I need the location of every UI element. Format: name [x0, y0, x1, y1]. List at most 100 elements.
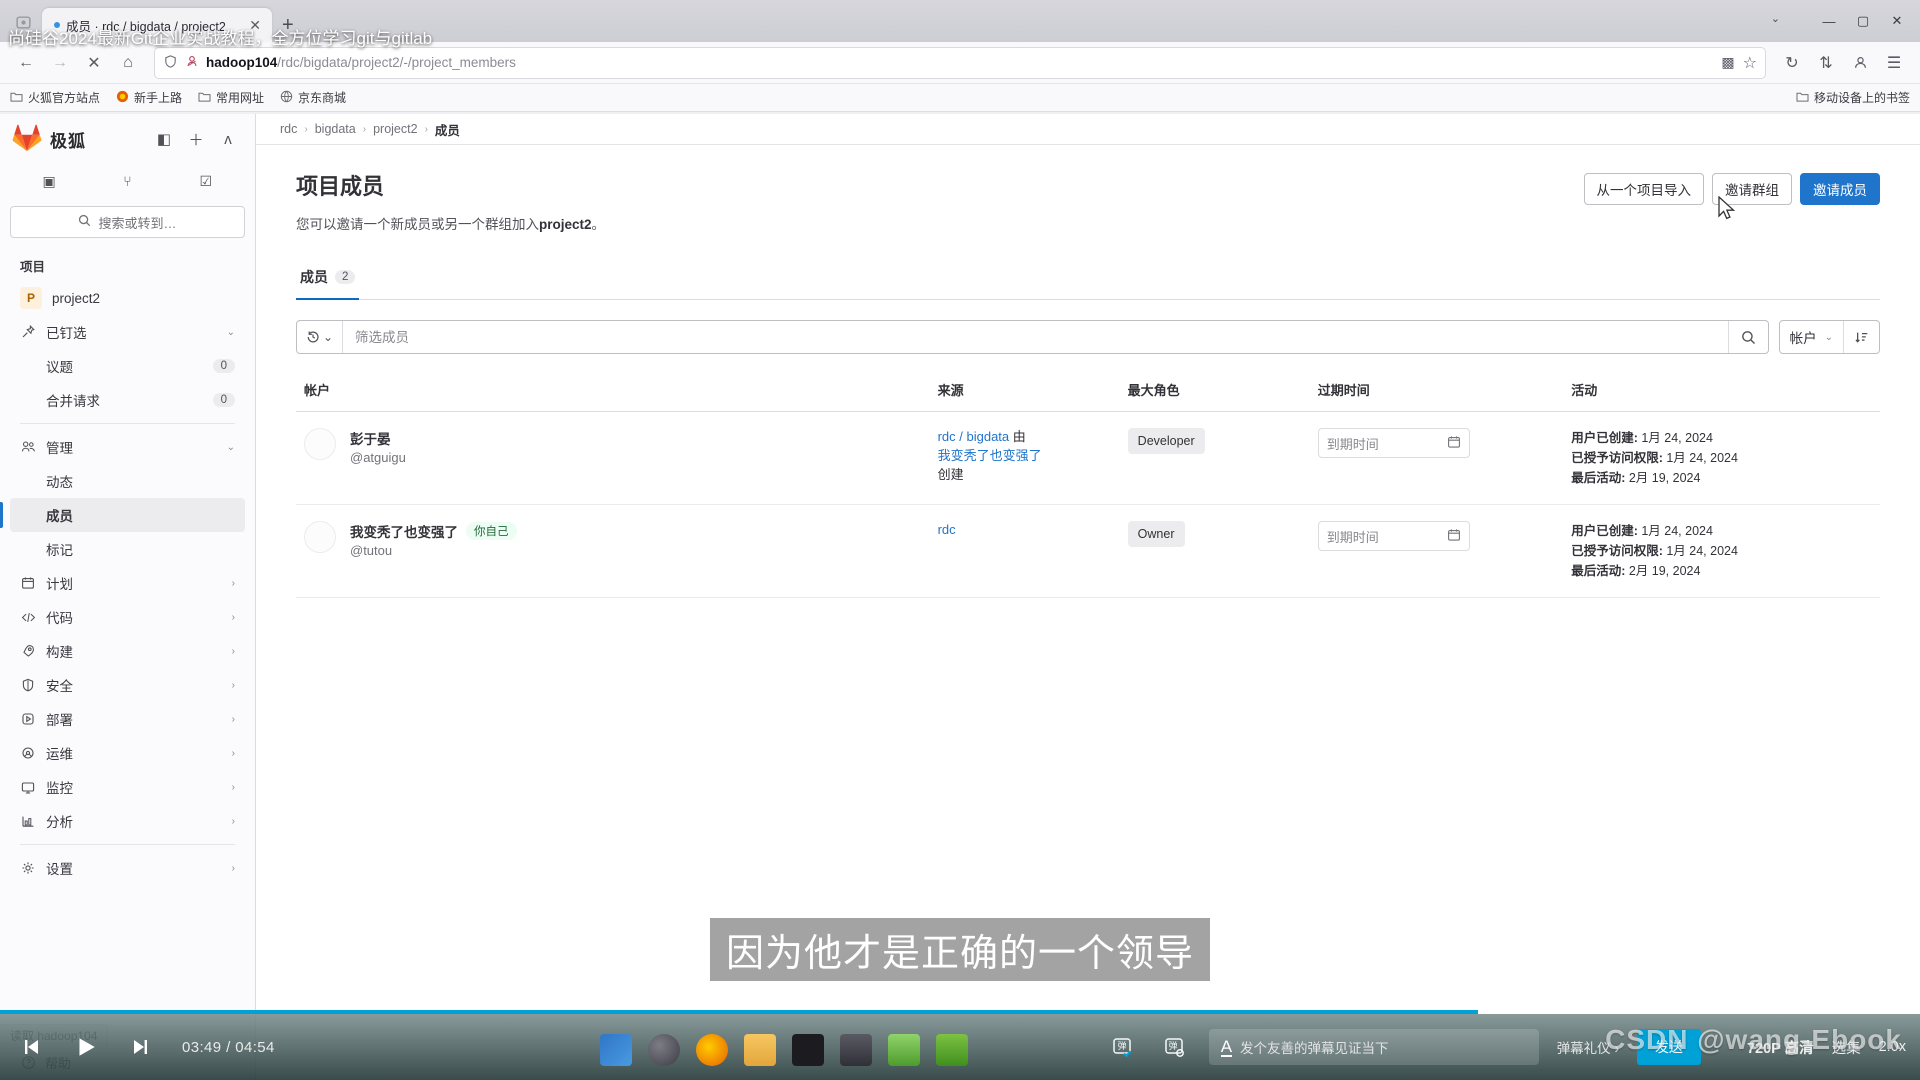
danmu-settings-icon[interactable]: 弹: [1157, 1030, 1191, 1064]
downloads-icon[interactable]: ⇅: [1810, 47, 1842, 79]
sync-icon[interactable]: ↻: [1776, 47, 1808, 79]
chevron-down-icon[interactable]: ⌄: [1771, 12, 1780, 25]
breadcrumb-item-bigdata[interactable]: bigdata: [315, 122, 356, 136]
sidebar-item-members[interactable]: 成员: [0, 498, 245, 532]
sidebar-item-operate[interactable]: 运维 ›: [10, 736, 245, 770]
qr-icon[interactable]: ▩: [1721, 54, 1734, 71]
search-icon[interactable]: [1727, 321, 1768, 353]
issues-tab-icon[interactable]: ▣: [10, 164, 88, 198]
chevron-right-icon: ›: [231, 713, 235, 725]
sidebar-item-issues[interactable]: 议题 0: [10, 349, 245, 383]
breadcrumb-item-members[interactable]: 成员: [435, 120, 460, 139]
cell-expiration: 到期时间: [1309, 504, 1564, 598]
danmu-input-box[interactable]: A 发个友善的弹幕见证当下: [1208, 1029, 1539, 1065]
expiration-date-input[interactable]: 到期时间: [1317, 428, 1470, 458]
home-icon[interactable]: ⌂: [112, 47, 144, 79]
bookmarks-bar: 火狐官方站点 新手上路 常用网址 京东商城 移动设备上的书签: [0, 84, 1920, 112]
invite-group-button[interactable]: 邀请群组: [1712, 173, 1792, 205]
mobile-bookmarks-item[interactable]: 移动设备上的书签: [1796, 89, 1910, 106]
sidebar-item-activity[interactable]: 动态: [10, 464, 245, 498]
bookmark-label: 常用网址: [216, 91, 265, 105]
taskbar-app-icon[interactable]: [600, 1034, 632, 1066]
bookmark-item[interactable]: 京东商城: [280, 89, 346, 106]
toggle-sidebar-icon[interactable]: ◧: [149, 124, 179, 154]
breadcrumb-item-rdc[interactable]: rdc: [280, 122, 297, 136]
sidebar-item-label: 已钉选: [46, 326, 87, 341]
watermark: CSDN @wang-Ebook: [1605, 1024, 1902, 1055]
search-input[interactable]: 搜索或转到…: [10, 206, 245, 238]
address-bar[interactable]: hadoop104/rdc/bigdata/project2/-/project…: [154, 46, 1766, 79]
todos-tab-icon[interactable]: ☑: [167, 164, 245, 198]
bookmark-item[interactable]: 常用网址: [198, 89, 264, 106]
filter-members-input[interactable]: [343, 321, 1728, 353]
source-creator-link[interactable]: 我变秃了也变强了: [938, 448, 1042, 463]
history-icon[interactable]: ⌄: [297, 321, 343, 353]
account-icon[interactable]: [1844, 47, 1876, 79]
danmu-font-icon[interactable]: A: [1220, 1038, 1233, 1057]
sort-group: 帐户 ⌄: [1778, 320, 1880, 354]
activity-label: 用户已创建:: [1571, 524, 1638, 538]
deploy-icon: [20, 711, 36, 727]
cell-source: rdc / bigdata 由 我变秃了也变强了 创建: [929, 411, 1120, 505]
merge-requests-tab-icon[interactable]: ⑂: [88, 164, 166, 198]
back-icon[interactable]: ←: [10, 47, 42, 79]
close-window-button[interactable]: ✕: [1882, 8, 1912, 34]
taskbar-explorer-icon[interactable]: [744, 1034, 776, 1066]
sidebar-item-manage[interactable]: 管理 ⌄: [10, 430, 245, 464]
gitlab-logo-icon[interactable]: [12, 124, 42, 154]
stop-icon[interactable]: ✕: [78, 47, 110, 79]
bookmark-star-icon[interactable]: ☆: [1743, 53, 1757, 73]
expiration-date-input[interactable]: 到期时间: [1317, 521, 1470, 551]
sort-field-dropdown[interactable]: 帐户 ⌄: [1780, 321, 1843, 353]
sidebar-item-merge-requests[interactable]: 合并请求 0: [10, 383, 245, 417]
create-new-icon[interactable]: ＋: [181, 124, 211, 154]
sidebar-item-code[interactable]: 代码 ›: [10, 600, 245, 634]
sidebar-item-pinned[interactable]: 已钉选 ⌄: [10, 315, 245, 349]
next-icon[interactable]: [122, 1029, 158, 1065]
cell-source: rdc: [929, 504, 1120, 598]
table-header-row: 帐户 来源 最大角色 过期时间 活动: [296, 380, 1880, 412]
source-group-link[interactable]: rdc / bigdata: [938, 429, 1010, 444]
taskbar-window-icon[interactable]: [840, 1034, 872, 1066]
taskbar-browser-icon[interactable]: [648, 1034, 680, 1066]
bookmark-item[interactable]: 火狐官方站点: [10, 89, 100, 106]
sidebar-header-buttons: ◧ ＋ ᴧ: [149, 124, 243, 154]
menu-icon[interactable]: ☰: [1878, 47, 1910, 79]
sidebar-item-secure[interactable]: 安全 ›: [10, 668, 245, 702]
member-name[interactable]: 我变秃了也变强了 你自己: [350, 521, 517, 541]
tab-members[interactable]: 成员 2: [296, 259, 360, 300]
taskbar-cart-icon[interactable]: [936, 1034, 968, 1066]
taskbar-terminal-icon[interactable]: [792, 1034, 824, 1066]
sidebar-item-project[interactable]: P project2: [10, 281, 245, 315]
danmu-on-icon[interactable]: 弹: [1105, 1030, 1139, 1064]
taskbar: [600, 1034, 968, 1066]
source-group-link[interactable]: rdc: [938, 522, 956, 537]
bilibili-float-play-button[interactable]: [1832, 918, 1890, 964]
sidebar-item-monitor[interactable]: 监控 ›: [10, 770, 245, 804]
taskbar-editor-icon[interactable]: [888, 1034, 920, 1066]
minimize-button[interactable]: —: [1814, 8, 1844, 34]
maximize-button[interactable]: ▢: [1848, 8, 1878, 34]
sidebar-item-plan[interactable]: 计划 ›: [10, 566, 245, 600]
play-icon[interactable]: [68, 1029, 104, 1065]
forward-icon[interactable]: →: [44, 47, 76, 79]
sidebar-item-build[interactable]: 构建 ›: [10, 634, 245, 668]
breadcrumb-item-project2[interactable]: project2: [373, 122, 417, 136]
sidebar-item-analyze[interactable]: 分析 ›: [10, 804, 245, 838]
sidebar-item-deploy[interactable]: 部署 ›: [10, 702, 245, 736]
video-progress-bar[interactable]: [0, 1010, 1920, 1014]
sort-direction-button[interactable]: [1843, 321, 1879, 353]
sidebar-item-labels[interactable]: 标记: [10, 532, 245, 566]
calendar-icon: [1447, 435, 1461, 452]
bookmark-item[interactable]: 新手上路: [116, 89, 182, 106]
sidebar-item-label: 代码: [46, 611, 73, 626]
member-name[interactable]: 彭于晏: [350, 428, 406, 448]
import-from-project-button[interactable]: 从一个项目导入: [1583, 173, 1704, 205]
user-avatar-icon[interactable]: ᴧ: [213, 124, 243, 154]
taskbar-firefox-icon[interactable]: [696, 1034, 728, 1066]
prev-icon[interactable]: [14, 1029, 50, 1065]
sidebar-item-label: 安全: [46, 679, 73, 694]
sidebar-item-settings[interactable]: 设置 ›: [10, 851, 245, 885]
invite-member-button[interactable]: 邀请成员: [1800, 173, 1880, 205]
sidebar-item-label: 成员: [46, 509, 73, 524]
